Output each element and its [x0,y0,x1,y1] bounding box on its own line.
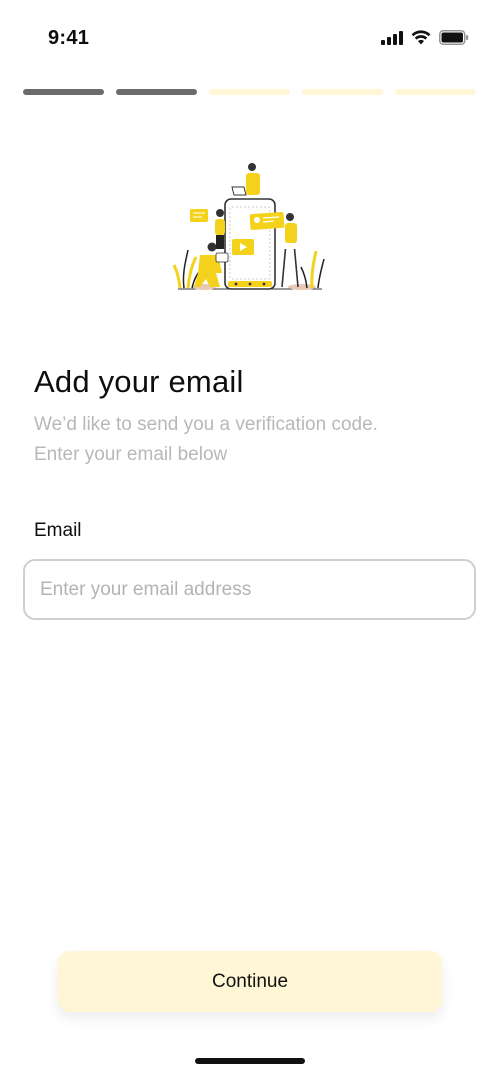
progress-step-2 [116,89,197,95]
battery-icon [439,30,469,45]
status-time: 9:41 [48,27,90,49]
progress-step-1 [23,89,104,95]
wifi-icon [411,30,431,45]
subtitle-line-1: We’d like to send you a verification cod… [34,414,378,435]
status-icons [381,30,469,45]
email-field[interactable] [23,559,476,620]
onboarding-progress [23,89,476,95]
progress-step-5 [395,89,476,95]
add-email-screen: 9:41 Add your email We’d like to send yo… [0,0,499,1077]
progress-step-4 [302,89,383,95]
email-label: Email [34,520,82,541]
progress-step-3 [209,89,290,95]
people-with-phone-illustration [170,155,330,295]
status-bar: 9:41 [0,0,499,80]
subtitle-line-2: Enter your email below [34,444,228,465]
page-title: Add your email [34,364,244,399]
home-indicator [195,1058,305,1064]
page-subtitle: We’d like to send you a verification cod… [34,410,464,470]
continue-button[interactable]: Continue [58,951,442,1012]
cellular-signal-icon [381,30,403,45]
